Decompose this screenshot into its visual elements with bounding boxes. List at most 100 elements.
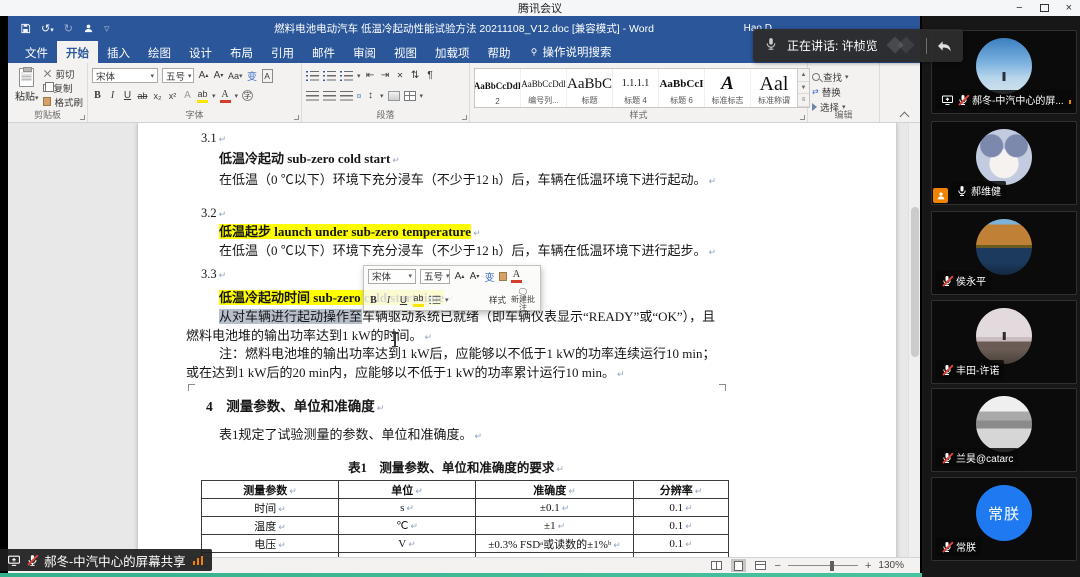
tab-layout[interactable]: 布局	[221, 41, 262, 63]
tab-references[interactable]: 引用	[262, 41, 303, 63]
mini-font-name-select[interactable]: 宋体 ▾	[368, 268, 416, 284]
style-item[interactable]: 1.1.1.1 标题 4	[613, 69, 659, 107]
italic-icon[interactable]: I	[107, 89, 118, 103]
bold-icon[interactable]: B	[92, 89, 103, 103]
cut-button[interactable]: 剪切	[43, 67, 83, 81]
customize-qat-icon[interactable]: ▿	[104, 22, 110, 35]
tab-draw[interactable]: 绘图	[139, 41, 180, 63]
highlight-color-icon[interactable]: ab	[197, 89, 208, 103]
asian-layout-icon[interactable]: ✕	[395, 69, 406, 83]
text-effects-icon[interactable]: A	[182, 89, 193, 103]
mini-grow-font-icon[interactable]: A ▴	[454, 269, 465, 283]
participant-tile[interactable]: 常朕 常朕	[931, 477, 1077, 561]
mini-font-size-select[interactable]: 五号 ▾	[420, 268, 450, 284]
participant-tile[interactable]: 丰田-许诺	[931, 300, 1077, 384]
mini-italic-icon[interactable]: I	[383, 293, 394, 307]
replace-button[interactable]: ⇄ 替换	[812, 85, 875, 99]
align-center-icon[interactable]	[323, 90, 336, 101]
mini-shrink-font-icon[interactable]: A ▾	[469, 269, 480, 283]
borders-icon[interactable]	[403, 90, 416, 101]
mini-underline-icon[interactable]: U	[398, 293, 409, 307]
print-layout-button[interactable]	[730, 559, 746, 572]
zoom-level[interactable]: 130%	[878, 560, 904, 571]
undo-icon[interactable]: ↺▾	[41, 22, 54, 35]
tab-help[interactable]: 帮助	[479, 41, 520, 63]
participant-tile[interactable]: 兰昊@catarc	[931, 388, 1077, 472]
tab-addins[interactable]: 加载项	[426, 41, 479, 63]
style-item[interactable]: AaBbCcDdl 编号列...	[521, 69, 567, 107]
enclose-character-icon[interactable]: 字	[242, 90, 254, 101]
zoom-slider-thumb[interactable]	[829, 560, 834, 571]
find-button[interactable]: 查找 ▾	[812, 70, 875, 84]
font-size-select[interactable]: 五号 ▾	[162, 68, 194, 83]
mini-styles-button[interactable]: 样式	[489, 293, 506, 307]
mini-highlight-icon[interactable]: ab	[413, 293, 424, 307]
tab-insert[interactable]: 插入	[98, 41, 139, 63]
mini-new-comment-button[interactable]: 🗨 新建批注	[510, 288, 536, 312]
zoom-out-icon[interactable]: −	[775, 560, 781, 572]
user-icon[interactable]	[83, 23, 94, 34]
tab-home[interactable]: 开始	[57, 41, 98, 63]
font-color-icon[interactable]: A	[219, 89, 231, 103]
phonetic-guide-icon[interactable]: 变	[247, 69, 258, 83]
clipboard-dialog-launcher[interactable]	[80, 115, 85, 120]
save-icon[interactable]	[20, 23, 31, 34]
numbered-list-icon[interactable]	[323, 70, 336, 81]
subscript-icon[interactable]: x₂	[152, 89, 163, 103]
format-painter-button[interactable]: 格式刷	[43, 95, 83, 109]
mini-phonetic-icon[interactable]: 变	[484, 269, 495, 284]
style-item[interactable]: A 标准标志	[705, 69, 751, 107]
styles-dialog-launcher[interactable]	[800, 115, 805, 120]
reply-arrow-icon[interactable]	[936, 38, 952, 54]
tell-me-search[interactable]: 操作说明搜索	[520, 41, 621, 63]
tab-mailings[interactable]: 邮件	[303, 41, 344, 63]
tab-review[interactable]: 审阅	[344, 41, 385, 63]
collapse-ribbon-icon[interactable]	[899, 111, 910, 122]
redo-icon[interactable]: ↻	[64, 22, 73, 35]
shading-icon[interactable]	[387, 90, 400, 101]
participant-tile[interactable]: 郝维健	[931, 121, 1077, 205]
close-icon[interactable]: ×	[1066, 0, 1072, 16]
document-page[interactable]: 3.1 低温冷起动 sub-zero cold start 在低温（0 ℃以下）…	[137, 123, 897, 557]
copy-button[interactable]: 复制	[43, 81, 83, 95]
sort-icon[interactable]: ⇅	[410, 69, 421, 83]
mini-format-painter-icon[interactable]	[499, 271, 507, 281]
decrease-indent-icon[interactable]: ⇤	[365, 69, 376, 83]
bullet-list-icon[interactable]	[306, 70, 319, 81]
justify-icon[interactable]	[357, 93, 361, 98]
mini-bold-icon[interactable]: B	[368, 293, 379, 307]
zoom-in-icon[interactable]: +	[865, 560, 871, 572]
maximize-icon[interactable]	[1039, 4, 1049, 12]
minimize-icon[interactable]: −	[1016, 0, 1022, 16]
font-name-select[interactable]: 宋体 ▾	[92, 68, 158, 83]
mini-font-color-icon[interactable]: A	[511, 269, 522, 283]
shrink-font-icon[interactable]: A ▾	[213, 69, 224, 83]
font-dialog-launcher[interactable]	[294, 115, 299, 120]
paragraph-dialog-launcher[interactable]	[462, 115, 467, 120]
style-item[interactable]: AaBbCcI 标题 6	[659, 69, 705, 107]
scrollbar-thumb[interactable]	[911, 207, 919, 357]
tab-design[interactable]: 设计	[180, 41, 221, 63]
increase-indent-icon[interactable]: ⇥	[380, 69, 391, 83]
style-item[interactable]: AaBbCcDdI 2	[475, 69, 521, 107]
zoom-slider[interactable]	[787, 560, 858, 571]
web-layout-button[interactable]	[753, 559, 768, 572]
style-item[interactable]: Aal 标准称谓	[751, 69, 797, 107]
participant-tile[interactable]: 侯永平	[931, 211, 1077, 295]
superscript-icon[interactable]: x²	[167, 89, 178, 103]
character-border-icon[interactable]: A	[261, 68, 273, 83]
vertical-scrollbar[interactable]	[908, 123, 920, 557]
strikethrough-icon[interactable]: ab	[137, 89, 148, 103]
change-case-icon[interactable]: Aa ▾	[228, 69, 243, 83]
align-left-icon[interactable]	[306, 90, 319, 101]
underline-icon[interactable]: U	[122, 89, 133, 103]
style-item[interactable]: AaBbC 标题	[567, 69, 613, 107]
paste-button[interactable]: 粘贴▾	[12, 67, 41, 109]
mini-bullets-icon[interactable]	[429, 295, 441, 305]
read-mode-button[interactable]	[709, 559, 724, 572]
tab-view[interactable]: 视图	[385, 41, 426, 63]
grow-font-icon[interactable]: A ▴	[198, 69, 209, 83]
line-spacing-icon[interactable]: ↕	[365, 89, 376, 103]
multilevel-list-icon[interactable]	[340, 70, 353, 81]
align-right-icon[interactable]	[340, 90, 353, 101]
